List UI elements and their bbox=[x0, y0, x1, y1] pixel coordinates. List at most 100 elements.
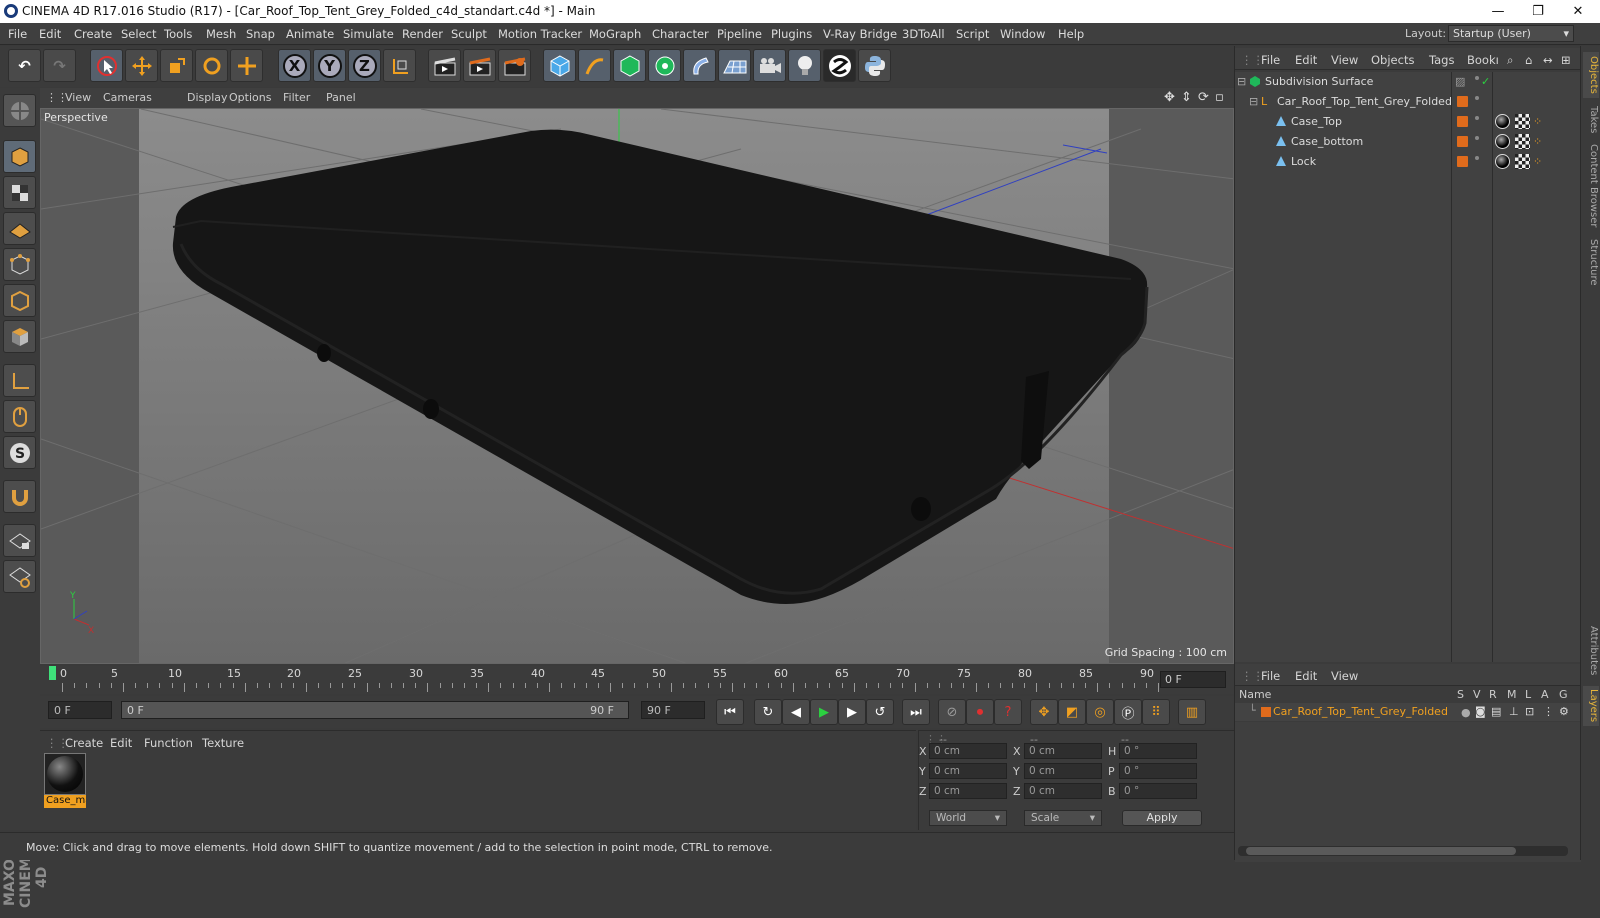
transform-tool-button[interactable] bbox=[230, 49, 263, 82]
go-to-end-button[interactable]: ⏭ bbox=[902, 699, 930, 725]
object-menu-edit[interactable]: Edit bbox=[1295, 53, 1317, 67]
object-row[interactable]: Lock ⁘ bbox=[1235, 152, 1581, 172]
timeline-playhead[interactable] bbox=[49, 666, 56, 680]
snap-button[interactable]: S bbox=[3, 436, 36, 469]
viewport-menu-filter[interactable]: Filter bbox=[283, 91, 310, 104]
add-deformer-button[interactable] bbox=[683, 49, 716, 82]
menu-motion-tracker[interactable]: Motion Tracker bbox=[498, 27, 582, 41]
size-z-field[interactable]: 0 cm bbox=[1024, 783, 1102, 799]
viewport-menu-options[interactable]: Options bbox=[229, 91, 271, 104]
object-row[interactable]: ⊟ Subdivision Surface ▨ ✓ bbox=[1235, 72, 1581, 92]
rotation-b-field[interactable]: 0 ° bbox=[1119, 783, 1197, 799]
phong-tag-icon[interactable]: ⁘ bbox=[1533, 155, 1542, 168]
solo-icon[interactable]: ● bbox=[1461, 706, 1471, 719]
position-y-field[interactable]: 0 cm bbox=[929, 763, 1007, 779]
size-x-field[interactable]: 0 cm bbox=[1024, 743, 1102, 759]
menu-script[interactable]: Script bbox=[956, 27, 989, 41]
menu-pipeline[interactable]: Pipeline bbox=[717, 27, 762, 41]
layer-color-swatch[interactable] bbox=[1457, 116, 1468, 127]
lock-icon[interactable]: ⊡ bbox=[1525, 705, 1534, 718]
material-menu-texture[interactable]: Texture bbox=[202, 736, 244, 750]
manager-icon[interactable]: ⊥ bbox=[1509, 705, 1519, 718]
menu-animate[interactable]: Animate bbox=[286, 27, 334, 41]
z-axis-lock-button[interactable]: Z bbox=[348, 49, 381, 82]
pan-view-icon[interactable]: ✥ bbox=[1164, 90, 1175, 105]
add-light-button[interactable] bbox=[788, 49, 821, 82]
material-tag-icon[interactable] bbox=[1495, 114, 1510, 129]
live-selection-button[interactable] bbox=[90, 49, 123, 82]
go-to-previous-key-button[interactable]: ↻ bbox=[754, 699, 782, 725]
collapse-icon[interactable]: ⊟ bbox=[1237, 75, 1246, 88]
key-parameter-button[interactable]: Ⓟ bbox=[1114, 699, 1142, 725]
make-editable-button[interactable] bbox=[3, 94, 36, 127]
y-axis-lock-button[interactable]: Y bbox=[313, 49, 346, 82]
visibility-dot[interactable] bbox=[1475, 76, 1479, 80]
redo-button[interactable]: ↷ bbox=[43, 49, 76, 82]
viewport-menu-display[interactable]: Display bbox=[187, 91, 228, 104]
layout-select[interactable]: Startup (User) ▾ bbox=[1448, 25, 1574, 42]
phong-tag-icon[interactable]: ⁘ bbox=[1533, 135, 1542, 148]
material-name-label[interactable]: Case_ma bbox=[44, 795, 86, 808]
locked-workplane-button[interactable] bbox=[3, 524, 36, 557]
layer-color-swatch[interactable] bbox=[1457, 96, 1468, 107]
generator-icon[interactable]: ⚙ bbox=[1559, 705, 1569, 718]
menu-help[interactable]: Help bbox=[1058, 27, 1084, 41]
magnet-button[interactable] bbox=[3, 480, 36, 513]
key-scale-button[interactable]: ◩ bbox=[1058, 699, 1086, 725]
object-row[interactable]: Case_bottom ⁘ bbox=[1235, 132, 1581, 152]
perspective-viewport[interactable]: Y X Perspective Grid Spacing : 100 cm bbox=[40, 108, 1234, 664]
key-pla-button[interactable]: ⠿ bbox=[1142, 699, 1170, 725]
layer-color-swatch[interactable] bbox=[1457, 136, 1468, 147]
menu-snap[interactable]: Snap bbox=[246, 27, 275, 41]
texture-tag-icon[interactable] bbox=[1515, 114, 1530, 129]
menu-3dtoall[interactable]: 3DToAll bbox=[902, 27, 945, 41]
maximize-button[interactable]: ❐ bbox=[1518, 2, 1558, 21]
timeline-ruler[interactable]: 0 5 10 15 20 25 30 35 40 45 50 55 60 65 … bbox=[40, 666, 1234, 694]
rotation-h-field[interactable]: 0 ° bbox=[1119, 743, 1197, 759]
menu-edit[interactable]: Edit bbox=[39, 27, 61, 41]
texture-tag-icon[interactable] bbox=[1515, 134, 1530, 149]
menu-character[interactable]: Character bbox=[652, 27, 709, 41]
viewport-menu-cameras[interactable]: Cameras bbox=[103, 91, 152, 104]
enabled-check-icon[interactable]: ✓ bbox=[1481, 75, 1490, 88]
object-menu-tags[interactable]: Tags bbox=[1429, 53, 1454, 67]
material-menu-create[interactable]: Create bbox=[65, 736, 103, 750]
add-camera-button[interactable] bbox=[753, 49, 786, 82]
add-generator-button[interactable] bbox=[613, 49, 646, 82]
tweak-mode-button[interactable] bbox=[3, 400, 36, 433]
home-icon[interactable]: ⌂ bbox=[1525, 53, 1532, 67]
viewport-menu-panel[interactable]: Panel bbox=[326, 91, 356, 104]
texture-tag-icon[interactable] bbox=[1515, 154, 1530, 169]
menu-tools[interactable]: Tools bbox=[164, 27, 192, 41]
layer-menu-view[interactable]: View bbox=[1331, 669, 1358, 683]
vray-button[interactable] bbox=[823, 49, 856, 82]
position-x-field[interactable]: 0 cm bbox=[929, 743, 1007, 759]
timeline-window-button[interactable]: ▥ bbox=[1178, 699, 1206, 725]
menu-simulate[interactable]: Simulate bbox=[343, 27, 394, 41]
phong-tag-icon[interactable]: ⁘ bbox=[1533, 115, 1542, 128]
render-picture-viewer-button[interactable] bbox=[463, 49, 496, 82]
maximize-view-icon[interactable]: ▫ bbox=[1215, 90, 1224, 105]
visible-eye-icon[interactable]: ◙ bbox=[1475, 705, 1486, 718]
go-to-start-button[interactable]: ⏮ bbox=[716, 699, 744, 725]
menu-select[interactable]: Select bbox=[121, 27, 156, 41]
menu-window[interactable]: Window bbox=[1000, 27, 1045, 41]
tab-attributes[interactable]: Attributes bbox=[1583, 622, 1599, 680]
menu-sculpt[interactable]: Sculpt bbox=[451, 27, 487, 41]
move-tool-button[interactable] bbox=[125, 49, 158, 82]
visibility-dot[interactable] bbox=[1475, 156, 1479, 160]
x-axis-lock-button[interactable]: X bbox=[278, 49, 311, 82]
coordinate-mode-select[interactable]: World ▾ bbox=[929, 810, 1007, 826]
rotate-view-icon[interactable]: ⟳ bbox=[1198, 90, 1209, 105]
scale-tool-button[interactable] bbox=[160, 49, 193, 82]
material-tag-icon[interactable] bbox=[1495, 154, 1510, 169]
record-keys-button[interactable]: ⊘ bbox=[938, 699, 966, 725]
viewport-menu-view[interactable]: View bbox=[65, 91, 91, 104]
render-view-button[interactable] bbox=[428, 49, 461, 82]
end-frame-field[interactable]: 90 F bbox=[641, 701, 705, 719]
visibility-dot[interactable] bbox=[1475, 136, 1479, 140]
material-tag-icon[interactable] bbox=[1495, 134, 1510, 149]
layer-menu-file[interactable]: File bbox=[1261, 669, 1280, 683]
collapse-icon[interactable]: ⊟ bbox=[1249, 95, 1258, 108]
new-view-icon[interactable]: ⊞ bbox=[1561, 53, 1571, 67]
